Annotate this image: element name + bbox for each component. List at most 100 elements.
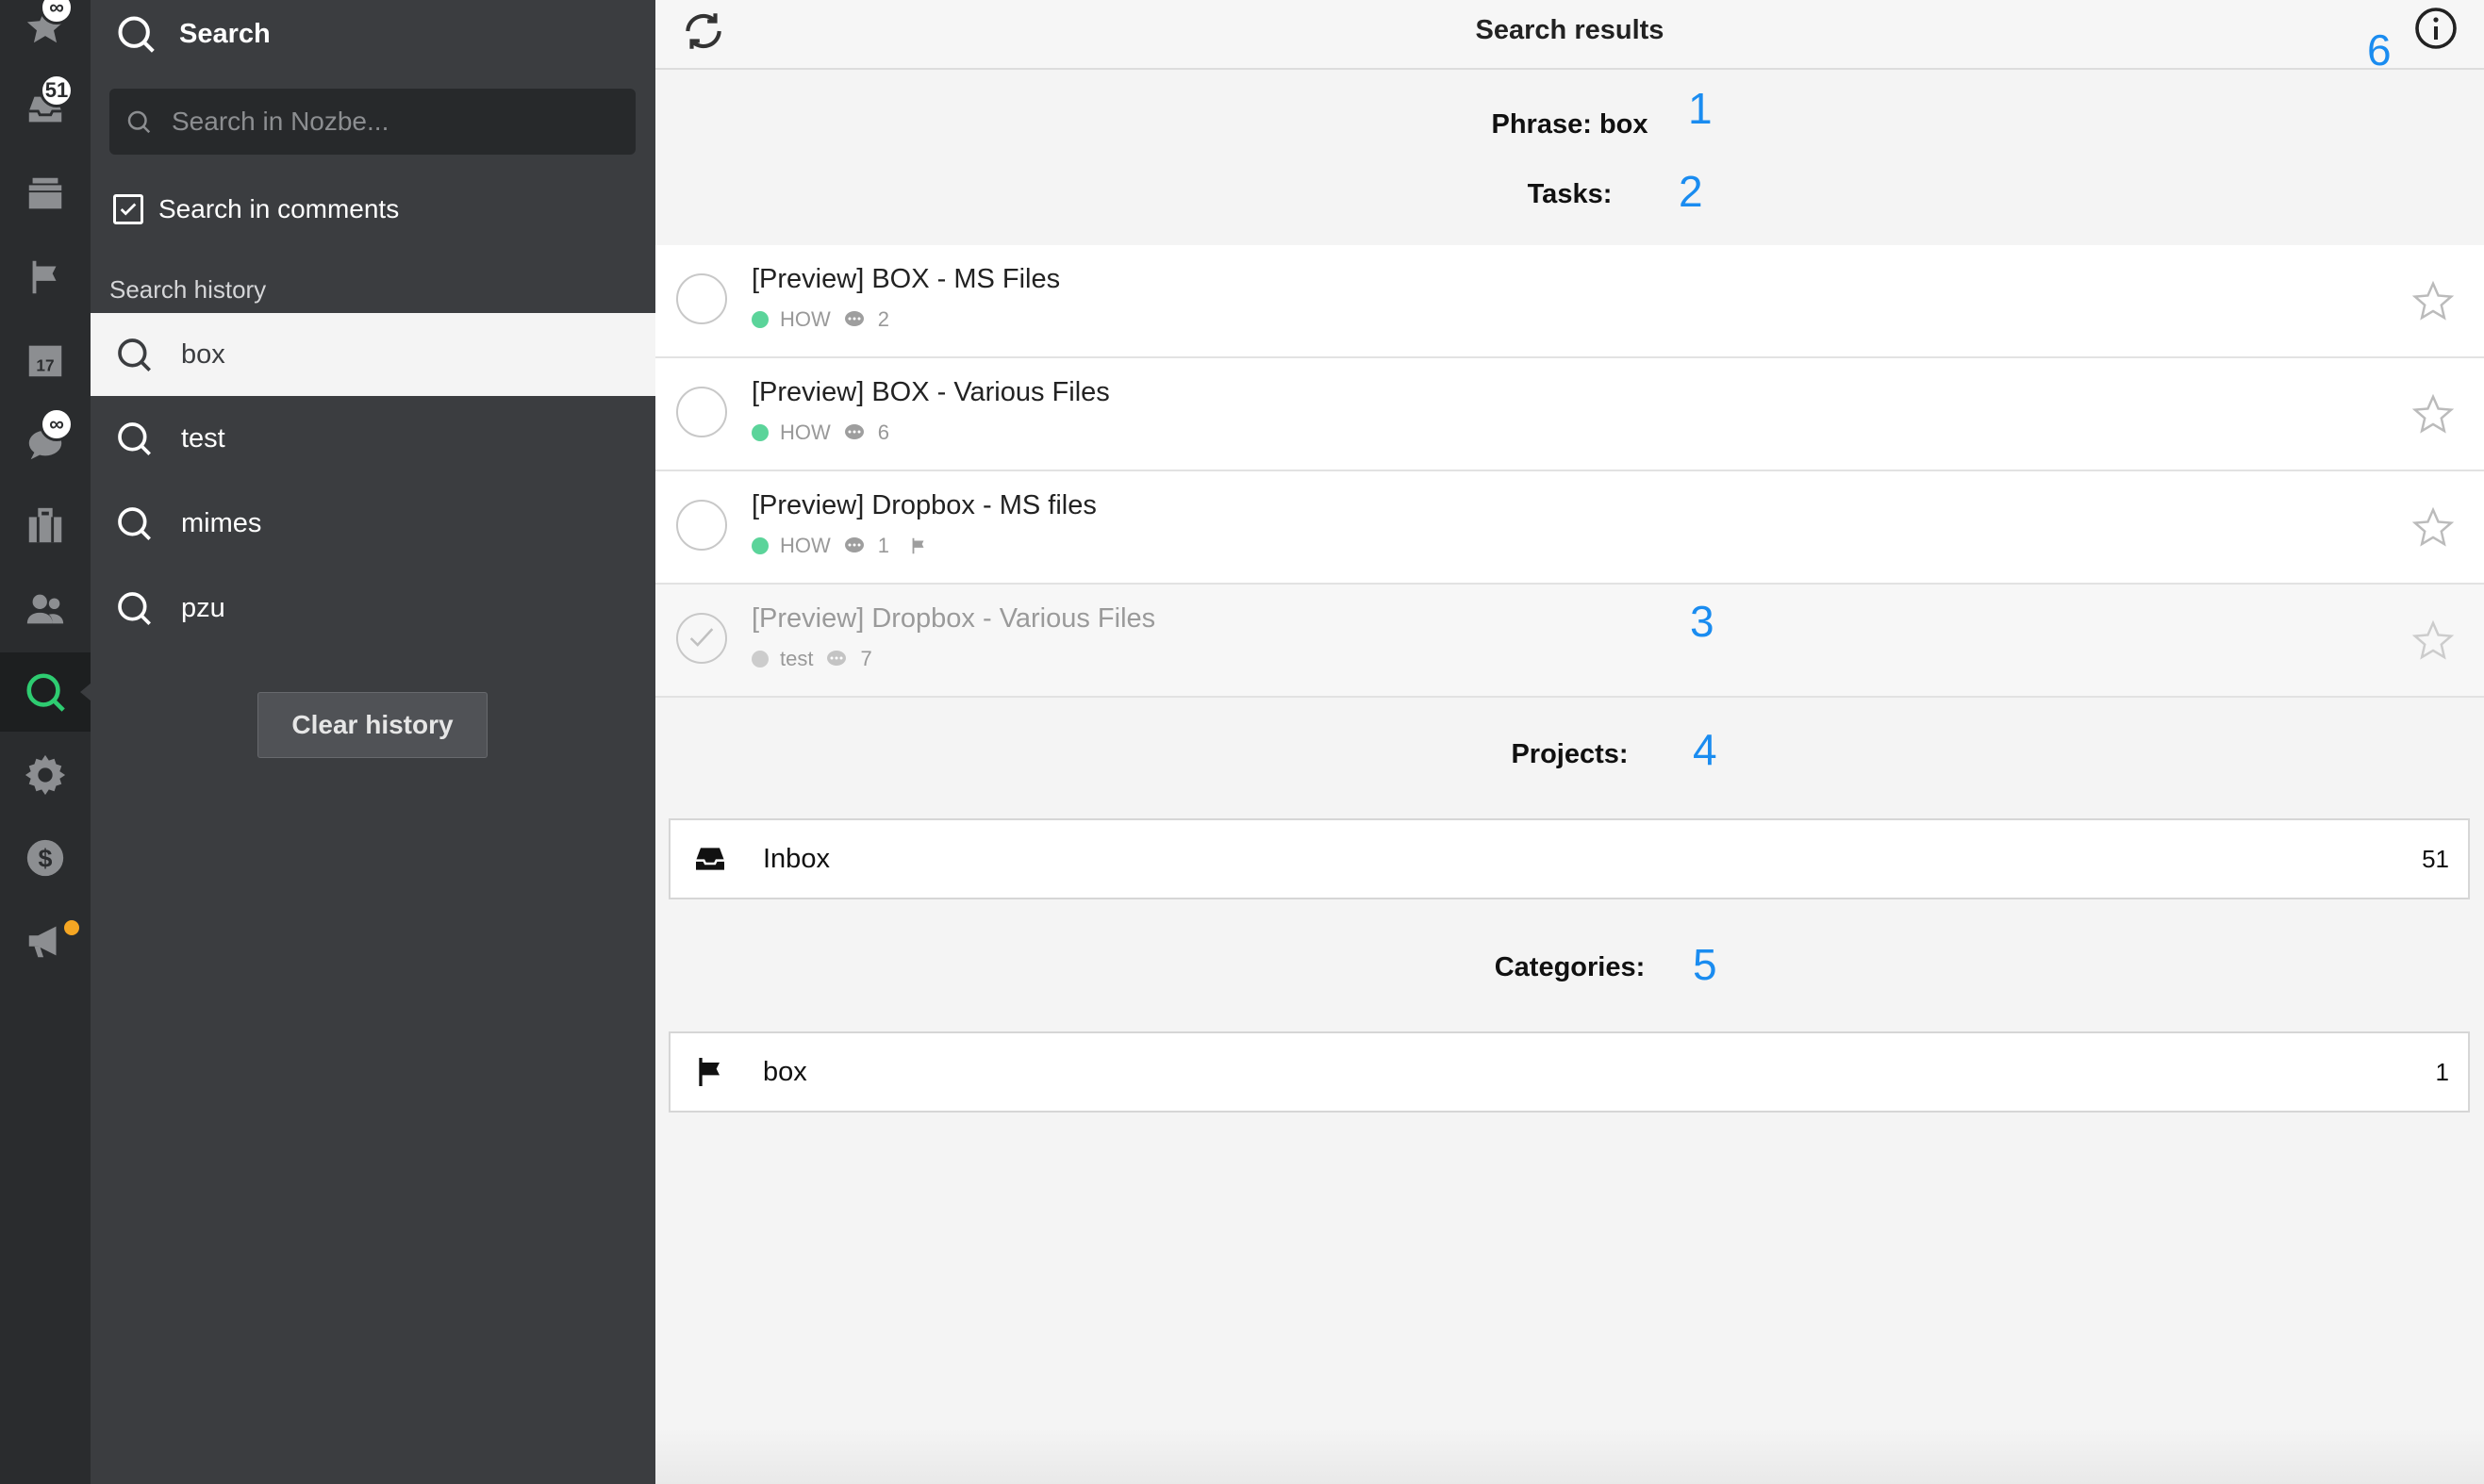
search-icon	[26, 673, 65, 712]
history-item[interactable]: box	[91, 313, 655, 396]
search-box[interactable]	[109, 89, 636, 155]
star-icon[interactable]	[2411, 279, 2455, 322]
task-title: [Preview] Dropbox - MS files	[752, 490, 1097, 520]
task-row[interactable]: [Preview] BOX - Various Files HOW 6	[655, 358, 2484, 471]
task-meta: test 7	[752, 647, 872, 671]
star-icon[interactable]	[2411, 505, 2455, 549]
search-icon	[118, 592, 151, 625]
comment-icon	[844, 537, 864, 552]
category-count: 1	[2435, 1057, 2449, 1086]
clear-history-button[interactable]: Clear history	[257, 692, 488, 758]
task-complete-toggle[interactable]	[676, 613, 727, 664]
star-icon[interactable]	[2411, 392, 2455, 436]
svg-text:$: $	[39, 845, 53, 873]
search-results-pane: Search results 6 Phrase: box 1 Tasks: 2 …	[655, 0, 2484, 1484]
comment-icon	[827, 651, 847, 666]
history-item[interactable]: test	[91, 396, 655, 481]
project-name: Inbox	[763, 843, 830, 874]
search-icon	[118, 16, 155, 53]
search-icon	[118, 338, 151, 371]
dollar-icon: $	[26, 839, 64, 877]
rail-team[interactable]	[0, 569, 91, 649]
tasks-label: Tasks:	[1527, 179, 1613, 209]
rail-comments[interactable]: ∞	[0, 404, 91, 483]
category-card-box[interactable]: box 1	[669, 1031, 2470, 1113]
checkmark-icon	[689, 628, 714, 647]
rail-billing[interactable]: $	[0, 818, 91, 898]
task-list: [Preview] BOX - MS Files HOW 2 [Preview]…	[655, 245, 2484, 698]
rail-search[interactable]	[0, 652, 91, 732]
task-project: HOW	[780, 420, 831, 444]
task-title: [Preview] BOX - MS Files	[752, 264, 1061, 294]
search-history-list: box test mimes pzu	[91, 313, 655, 651]
project-card-inbox[interactable]: Inbox 51	[669, 818, 2470, 899]
project-dot	[752, 311, 769, 328]
task-title: [Preview] BOX - Various Files	[752, 377, 1110, 407]
info-icon[interactable]	[2413, 6, 2459, 51]
annotation-marker: 3	[1690, 597, 1714, 646]
rail-categories[interactable]	[0, 238, 91, 317]
history-item[interactable]: mimes	[91, 481, 655, 566]
task-meta: HOW 2	[752, 307, 889, 332]
task-comment-count: 6	[877, 420, 890, 444]
search-icon	[118, 507, 151, 540]
templates-icon	[28, 507, 62, 543]
phrase-label: Phrase: box	[1491, 109, 1648, 140]
annotation-marker: 2	[1679, 167, 1703, 216]
task-complete-toggle[interactable]	[676, 273, 727, 324]
category-name: box	[763, 1056, 807, 1087]
rail-projects[interactable]	[0, 155, 91, 234]
results-topbar: Search results	[655, 0, 2484, 70]
task-row[interactable]: [Preview] BOX - MS Files HOW 2	[655, 245, 2484, 358]
megaphone-icon	[28, 926, 57, 958]
categories-label: Categories:	[1494, 952, 1646, 982]
footer-shade	[655, 1427, 2484, 1484]
task-row[interactable]: [Preview] Dropbox - MS files HOW 1	[655, 471, 2484, 585]
task-comment-count: 2	[877, 307, 890, 331]
star-icon[interactable]	[2411, 618, 2455, 662]
rail-priority[interactable]: ∞	[0, 0, 91, 66]
rail-calendar[interactable]: 17	[0, 321, 91, 400]
rail-templates[interactable]	[0, 486, 91, 566]
search-icon	[127, 110, 151, 134]
project-dot	[752, 424, 769, 441]
page-title: Search results	[1475, 15, 1664, 45]
icon-rail: ∞ 51 17 ∞ $	[0, 0, 91, 1484]
task-complete-toggle[interactable]	[676, 500, 727, 551]
comment-icon	[844, 424, 864, 439]
task-title: [Preview] Dropbox - Various Files	[752, 603, 1156, 634]
search-input[interactable]	[170, 106, 626, 138]
project-dot	[752, 651, 769, 668]
search-icon	[118, 422, 151, 455]
task-project: HOW	[780, 534, 831, 557]
panel-title: Search	[179, 18, 271, 49]
annotation-marker: 1	[1688, 84, 1713, 133]
rail-news[interactable]	[0, 901, 91, 981]
search-in-comments-checkbox[interactable]	[113, 194, 143, 224]
inbox-icon	[696, 848, 724, 870]
comments-badge: ∞	[40, 407, 74, 441]
history-item[interactable]: pzu	[91, 566, 655, 651]
annotation-marker: 5	[1693, 940, 1717, 989]
history-item-label: pzu	[181, 592, 225, 623]
svg-text:17: 17	[36, 356, 54, 375]
search-in-comments-row[interactable]: Search in comments	[113, 194, 399, 224]
annotation-marker: 4	[1693, 725, 1717, 774]
flag-icon	[32, 260, 57, 294]
rail-inbox[interactable]: 51	[0, 70, 91, 149]
project-dot	[752, 537, 769, 554]
history-item-label: mimes	[181, 507, 262, 538]
task-comment-count: 1	[877, 534, 890, 557]
task-row[interactable]: [Preview] Dropbox - Various Files test 7	[655, 585, 2484, 698]
gear-icon	[25, 754, 66, 796]
search-in-comments-label: Search in comments	[158, 194, 400, 223]
task-comment-count: 7	[860, 647, 872, 670]
rail-settings[interactable]	[0, 735, 91, 815]
project-count: 51	[2422, 844, 2449, 873]
team-icon	[26, 594, 64, 624]
projects-icon	[28, 177, 62, 209]
calendar-icon: 17	[28, 345, 62, 377]
task-complete-toggle[interactable]	[676, 387, 727, 437]
task-project: test	[780, 647, 814, 670]
annotation-marker: 6	[2367, 25, 2392, 74]
